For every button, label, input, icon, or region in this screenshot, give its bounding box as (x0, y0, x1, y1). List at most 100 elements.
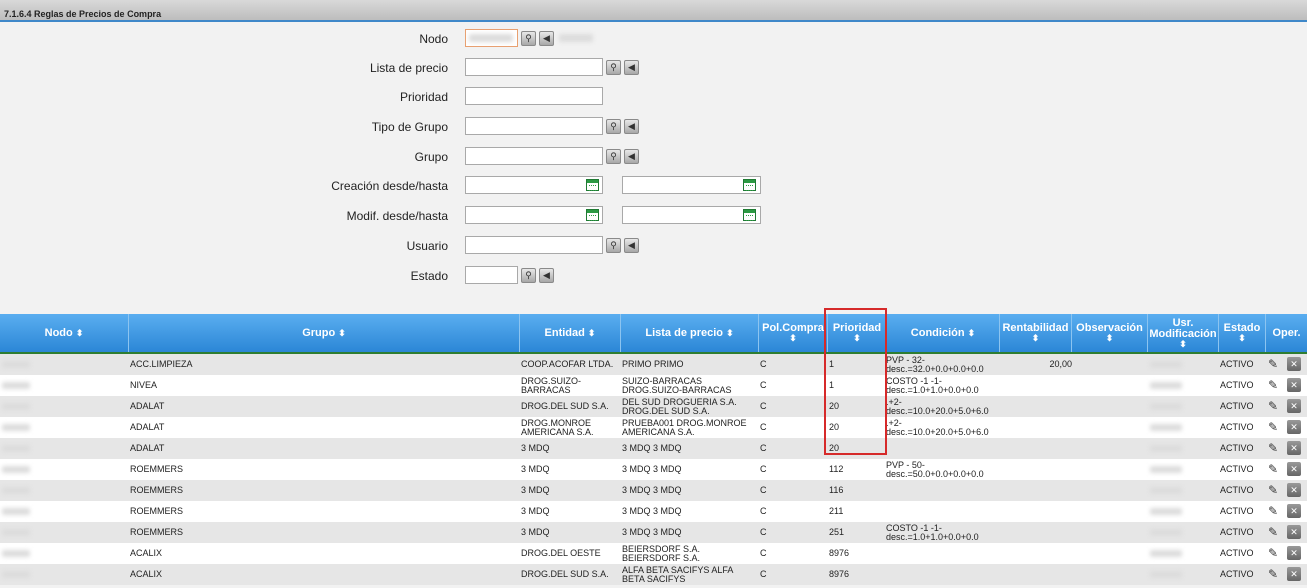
creacion-label: Creación desde/hasta (331, 179, 448, 193)
col-oper: Oper. (1272, 326, 1301, 339)
col-rentabilidad[interactable]: Rentabilidad ⬍ (1000, 314, 1072, 352)
col-condicion[interactable]: Condición ⬍ (887, 314, 1000, 352)
lista-clear-icon[interactable]: ◀ (624, 60, 639, 75)
table-row[interactable]: ROEMMERS 3 MDQ 3 MDQ 3 MDQ C 211 ACTIVO ✎ ✕ (0, 501, 1307, 522)
delete-icon[interactable]: ✕ (1287, 483, 1301, 497)
tipo-grupo-label: Tipo de Grupo (371, 120, 448, 134)
grupo-clear-icon[interactable]: ◀ (624, 149, 639, 164)
nodo-cell (2, 466, 30, 473)
table-row[interactable]: ACC.LIMPIEZA COOP.ACOFAR LTDA. PRIMO PRIMO… (0, 354, 1307, 375)
entidad-cell: COOP.ACOFAR LTDA. (521, 359, 614, 369)
edit-icon[interactable]: ✎ (1268, 420, 1282, 434)
col-pol-compra[interactable]: Pol.Compra ⬍ (759, 314, 828, 352)
usuario-input[interactable] (465, 236, 603, 254)
col-lista[interactable]: Lista de precio ⬍ (621, 314, 759, 352)
col-grupo[interactable]: Grupo ⬍ (129, 314, 520, 352)
entidad-cell: 3 MDQ (521, 443, 550, 453)
table-row[interactable]: ADALAT DROG.MONROE AMERICANA S.A. PRUEBA001… (0, 417, 1307, 438)
nodo-cell (2, 571, 30, 578)
grupo-cell: ADALAT (130, 422, 165, 432)
condicion-cell: .+2- desc.=10.0+20.0+5.0+6.0 (886, 396, 989, 416)
col-estado[interactable]: Estado ⬍ (1219, 314, 1266, 352)
creacion-hasta-input[interactable] (622, 176, 761, 194)
edit-icon[interactable]: ✎ (1268, 483, 1282, 497)
nodo-input[interactable] (465, 29, 518, 47)
creacion-desde-input[interactable] (465, 176, 603, 194)
col-observacion[interactable]: Observación ⬍ (1072, 314, 1148, 352)
delete-icon[interactable]: ✕ (1287, 567, 1301, 581)
estado-input[interactable] (465, 266, 518, 284)
delete-icon[interactable]: ✕ (1287, 525, 1301, 539)
estado-cell: ACTIVO (1220, 569, 1254, 579)
sort-icon: ⬍ (1031, 333, 1040, 343)
table-row[interactable]: ROEMMERS 3 MDQ 3 MDQ 3 MDQ C 112 PVP - 50- des… (0, 459, 1307, 480)
table-row[interactable]: NIVEA DROG.SUIZO- BARRACAS SUIZO-BARRACAS DR… (0, 375, 1307, 396)
creacion-hasta-calendar-icon[interactable] (743, 179, 756, 191)
col-entidad[interactable]: Entidad ⬍ (520, 314, 621, 352)
usuario-label: Usuario (406, 239, 448, 253)
edit-icon[interactable]: ✎ (1268, 441, 1282, 455)
usuario-search-icon[interactable]: ⚲ (606, 238, 621, 253)
usr-modificacion-cell (1150, 571, 1182, 578)
delete-icon[interactable]: ✕ (1287, 441, 1301, 455)
modif-label: Modif. desde/hasta (346, 209, 448, 223)
tipo-grupo-clear-icon[interactable]: ◀ (624, 119, 639, 134)
table-row[interactable]: ADALAT DROG.DEL SUD S.A. DEL SUD DROGUERIA… (0, 396, 1307, 417)
entidad-cell: 3 MDQ (521, 464, 550, 474)
prioridad-cell: 116 (829, 485, 844, 495)
nodo-clear-icon[interactable]: ◀ (539, 31, 554, 46)
prioridad-cell: 211 (829, 506, 844, 516)
modif-hasta-calendar-icon[interactable] (743, 209, 756, 221)
sort-icon: ⬍ (726, 327, 734, 338)
modif-desde-calendar-icon[interactable] (586, 209, 599, 221)
delete-icon[interactable]: ✕ (1287, 420, 1301, 434)
nodo-cell (2, 550, 30, 557)
delete-icon[interactable]: ✕ (1287, 399, 1301, 413)
delete-icon[interactable]: ✕ (1287, 504, 1301, 518)
col-usr-modificacion[interactable]: Usr. Modificación ⬍ (1148, 314, 1219, 352)
table-row[interactable]: ACALIX DROG.DEL OESTE BEIERSDORF S.A. BEIER… (0, 543, 1307, 564)
tipo-grupo-input[interactable] (465, 117, 603, 135)
nodo-cell (2, 424, 30, 431)
lista-search-icon[interactable]: ⚲ (606, 60, 621, 75)
edit-icon[interactable]: ✎ (1268, 378, 1282, 392)
table-row[interactable]: ROEMMERS 3 MDQ 3 MDQ 3 MDQ C 116 ACTIVO ✎ ✕ (0, 480, 1307, 501)
grupo-search-icon[interactable]: ⚲ (606, 149, 621, 164)
table-row[interactable]: ADALAT 3 MDQ 3 MDQ 3 MDQ C 20 ACTIVO ✎ ✕ (0, 438, 1307, 459)
usuario-clear-icon[interactable]: ◀ (624, 238, 639, 253)
tipo-grupo-search-icon[interactable]: ⚲ (606, 119, 621, 134)
modif-desde-input[interactable] (465, 206, 603, 224)
grupo-input[interactable] (465, 147, 603, 165)
delete-icon[interactable]: ✕ (1287, 462, 1301, 476)
usr-modificacion-cell (1150, 529, 1182, 536)
estado-clear-icon[interactable]: ◀ (539, 268, 554, 283)
edit-icon[interactable]: ✎ (1268, 546, 1282, 560)
col-nodo[interactable]: Nodo ⬍ (0, 314, 129, 352)
edit-icon[interactable]: ✎ (1268, 357, 1282, 371)
edit-icon[interactable]: ✎ (1268, 462, 1282, 476)
estado-search-icon[interactable]: ⚲ (521, 268, 536, 283)
usr-modificacion-cell (1150, 361, 1182, 368)
edit-icon[interactable]: ✎ (1268, 504, 1282, 518)
creacion-desde-calendar-icon[interactable] (586, 179, 599, 191)
edit-icon[interactable]: ✎ (1268, 525, 1282, 539)
table-row[interactable]: ACALIX DROG.DEL SUD S.A. ALFA BETA SACIFYS… (0, 564, 1307, 585)
creacion-row: Creación desde/hasta (0, 176, 1307, 196)
modif-hasta-input[interactable] (622, 206, 761, 224)
delete-icon[interactable]: ✕ (1287, 546, 1301, 560)
sort-icon: ⬍ (587, 327, 596, 338)
edit-icon[interactable]: ✎ (1268, 567, 1282, 581)
nodo-search-icon[interactable]: ⚲ (521, 31, 536, 46)
lista-input[interactable] (465, 58, 603, 76)
prioridad-row: Prioridad (0, 87, 1307, 107)
estado-row: Estado ⚲ ◀ (0, 266, 1307, 286)
prioridad-input[interactable] (465, 87, 603, 105)
delete-icon[interactable]: ✕ (1287, 378, 1301, 392)
estado-cell: ACTIVO (1220, 401, 1254, 411)
estado-cell: ACTIVO (1220, 464, 1254, 474)
entidad-cell: DROG.MONROE AMERICANA S.A. (521, 417, 594, 437)
table-row[interactable]: ROEMMERS 3 MDQ 3 MDQ 3 MDQ C 251 COSTO -1 -1-… (0, 522, 1307, 543)
edit-icon[interactable]: ✎ (1268, 399, 1282, 413)
pol-compra-cell: C (760, 401, 767, 411)
delete-icon[interactable]: ✕ (1287, 357, 1301, 371)
